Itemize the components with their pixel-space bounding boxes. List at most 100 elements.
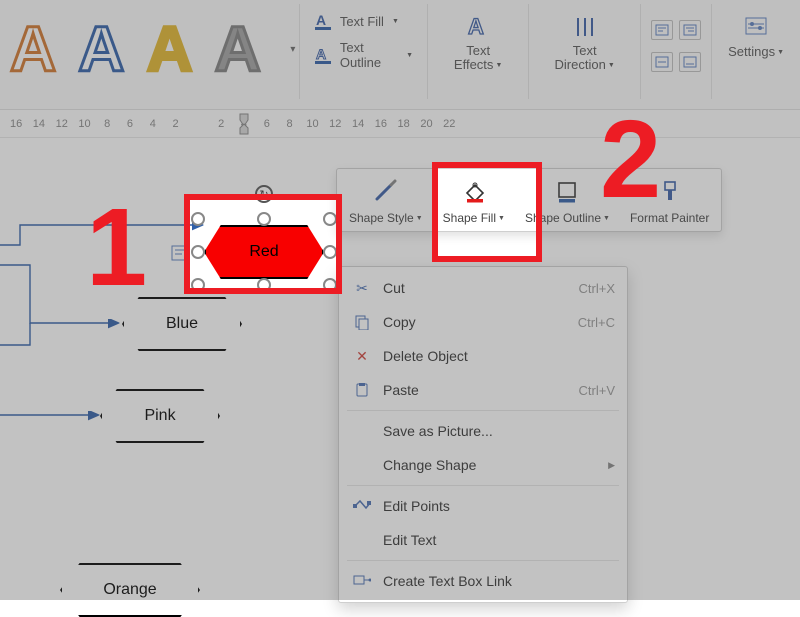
ruler-indent-marker[interactable] — [232, 112, 260, 136]
ctx-copy-label: Copy — [375, 314, 578, 330]
ruler-tick: 12 — [329, 118, 341, 130]
shape-style-button[interactable]: Shape Style▼ — [339, 173, 433, 227]
chevron-down-icon: ▼ — [416, 215, 423, 222]
chevron-down-icon: ▼ — [406, 52, 413, 59]
text-outline-button[interactable]: A Text Outline ▼ — [310, 38, 417, 72]
align-mini-2[interactable] — [679, 20, 701, 40]
text-direction-group: Text Direction▼ — [528, 4, 640, 99]
svg-text:A: A — [316, 12, 326, 28]
ruler-tick: 8 — [101, 118, 113, 130]
ruler-tick: 4 — [147, 118, 159, 130]
text-direction-icon — [571, 14, 599, 40]
ctx-separator — [347, 485, 619, 486]
wordart-style-3[interactable]: A — [146, 17, 192, 81]
ruler-tick: 6 — [124, 118, 136, 130]
align-mini-3[interactable] — [651, 52, 673, 72]
ribbon: A A A A ▾ A Text Fill ▼ A Text Outline ▼ — [0, 0, 800, 110]
paste-icon — [349, 382, 375, 398]
ctx-edit-points-label: Edit Points — [375, 498, 615, 514]
ctx-change-shape[interactable]: Change Shape ▶ — [339, 448, 627, 482]
ctx-paste-label: Paste — [375, 382, 579, 398]
callout-number-2: 2 — [600, 96, 661, 223]
text-effects-group: A Text Effects▼ — [427, 4, 528, 99]
ctx-save-as-picture[interactable]: Save as Picture... — [339, 414, 627, 448]
ctx-separator — [347, 560, 619, 561]
horizontal-ruler[interactable]: 161412108642246810121416182022 — [0, 110, 800, 138]
copy-icon — [349, 314, 375, 330]
svg-text:A: A — [316, 46, 326, 62]
ruler-tick: 2 — [170, 118, 182, 130]
ruler-tick: 14 — [352, 118, 364, 130]
settings-icon — [742, 14, 770, 40]
wordart-style-2[interactable]: A — [78, 17, 124, 81]
context-menu: ✂ Cut Ctrl+X Copy Ctrl+C ✕ Delete Object… — [338, 266, 628, 603]
ctx-save-pic-label: Save as Picture... — [375, 423, 615, 439]
text-effects-label: Text Effects — [454, 43, 494, 72]
ruler-tick: 6 — [261, 118, 273, 130]
scissors-icon: ✂ — [349, 280, 375, 297]
svg-text:A: A — [468, 14, 484, 39]
gallery-more-icon[interactable]: ▾ — [283, 44, 299, 55]
ctx-paste[interactable]: Paste Ctrl+V — [339, 373, 627, 407]
align-mini-1[interactable] — [651, 20, 673, 40]
ruler-tick: 16 — [375, 118, 387, 130]
shape-orange-label: Orange — [103, 581, 156, 599]
text-fill-label: Text Fill — [340, 14, 384, 29]
ctx-change-shape-label: Change Shape — [375, 457, 608, 473]
ctx-edit-text[interactable]: Edit Text — [339, 523, 627, 557]
text-effects-icon: A — [464, 14, 492, 40]
text-direction-label: Text Direction — [555, 43, 606, 72]
ctx-create-textbox-link[interactable]: Create Text Box Link — [339, 564, 627, 598]
text-effects-button[interactable]: A Text Effects▼ — [438, 10, 518, 77]
ctx-copy[interactable]: Copy Ctrl+C — [339, 305, 627, 339]
ctx-delete[interactable]: ✕ Delete Object — [339, 339, 627, 373]
text-outline-label: Text Outline — [340, 40, 398, 70]
chevron-down-icon: ▼ — [495, 62, 502, 69]
shape-pink-label: Pink — [144, 407, 175, 425]
shape-blue-label: Blue — [166, 315, 198, 333]
wordart-style-gallery[interactable]: A A A A ▾ — [0, 4, 299, 94]
wordart-style-4[interactable]: A — [215, 17, 261, 81]
shape-red-hexagon[interactable]: Red — [204, 225, 324, 279]
ruler-tick: 16 — [10, 118, 22, 130]
shape-mini-toolbar: Shape Style▼ Shape Fill▼ Shape Outline▼ … — [336, 168, 722, 232]
outline-icon — [552, 177, 582, 207]
align-mini-group — [640, 4, 711, 99]
shape-orange-hexagon[interactable]: Orange — [60, 563, 200, 617]
ctx-cut[interactable]: ✂ Cut Ctrl+X — [339, 271, 627, 305]
text-fill-button[interactable]: A Text Fill ▼ — [310, 10, 403, 32]
chevron-down-icon: ▼ — [392, 18, 399, 25]
chevron-down-icon: ▼ — [608, 62, 615, 69]
shape-style-label: Shape Style — [349, 211, 414, 225]
ctx-textbox-link-label: Create Text Box Link — [375, 573, 615, 589]
callout-number-1: 1 — [86, 184, 147, 311]
shape-outline-label: Shape Outline — [525, 211, 601, 225]
text-direction-button[interactable]: Text Direction▼ — [539, 10, 630, 77]
ruler-tick: 18 — [398, 118, 410, 130]
anchor-icon — [170, 243, 192, 265]
settings-button[interactable]: Settings▼ — [722, 10, 790, 63]
align-mini-4[interactable] — [679, 52, 701, 72]
ruler-tick: 20 — [420, 118, 432, 130]
ruler-tick: 2 — [215, 118, 227, 130]
shape-fill-label: Shape Fill — [443, 211, 496, 225]
shape-fill-button[interactable]: Shape Fill▼ — [433, 173, 515, 227]
ctx-separator — [347, 410, 619, 411]
wordart-style-1[interactable]: A — [10, 17, 56, 81]
ctx-cut-shortcut: Ctrl+X — [579, 281, 615, 296]
fill-bucket-icon — [459, 177, 489, 207]
text-fill-outline-group: A Text Fill ▼ A Text Outline ▼ — [299, 4, 427, 99]
settings-label: Settings — [728, 44, 775, 59]
ruler-tick: 8 — [284, 118, 296, 130]
settings-group: Settings▼ — [711, 4, 800, 99]
shape-pink-hexagon[interactable]: Pink — [100, 389, 220, 443]
ctx-copy-shortcut: Ctrl+C — [578, 315, 615, 330]
edit-points-icon — [349, 499, 375, 513]
ctx-edit-text-label: Edit Text — [375, 532, 615, 548]
text-fill-icon: A — [314, 12, 334, 30]
delete-icon: ✕ — [349, 348, 375, 365]
ctx-cut-label: Cut — [375, 280, 579, 296]
ruler-tick: 10 — [306, 118, 318, 130]
ctx-delete-label: Delete Object — [375, 348, 615, 364]
ctx-edit-points[interactable]: Edit Points — [339, 489, 627, 523]
